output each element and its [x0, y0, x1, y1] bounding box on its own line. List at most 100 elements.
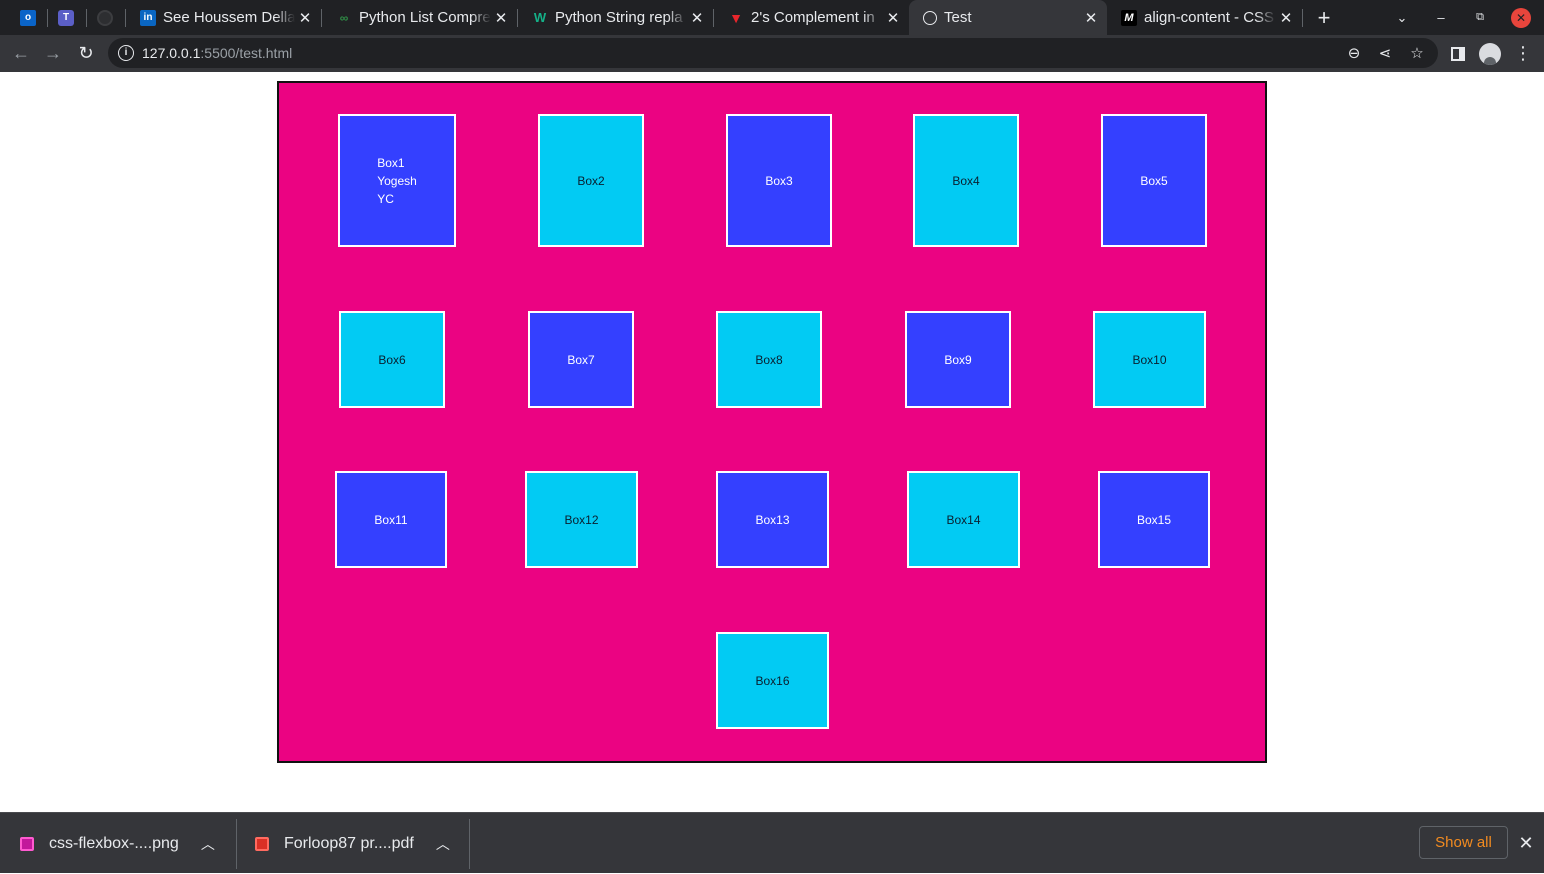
- image-file-icon: [20, 836, 34, 851]
- zoom-button[interactable]: ⊖: [1341, 38, 1367, 68]
- tab-title: Test: [944, 9, 972, 26]
- close-icon[interactable]: ✕: [1276, 9, 1296, 27]
- tab-title: align-content - CSS: [1144, 9, 1275, 26]
- box-16: Box16: [716, 632, 829, 729]
- forward-button[interactable]: →: [38, 35, 68, 72]
- plus-icon: +: [1317, 4, 1331, 30]
- box-label: Box13: [755, 512, 790, 527]
- pinned-tab-github[interactable]: [87, 0, 123, 35]
- chevron-down-icon: ⌄: [1396, 9, 1408, 25]
- box-5: Box5: [1101, 114, 1207, 247]
- box-label: Box14: [946, 512, 981, 527]
- tab-strip: o T in See Houssem Della ✕ ∞ Python List…: [0, 0, 1544, 35]
- close-icon[interactable]: ✕: [687, 9, 707, 27]
- info-icon[interactable]: i: [118, 45, 134, 61]
- tab-w3resource[interactable]: W Python String repla ✕: [518, 0, 713, 35]
- box-label: YC: [377, 191, 394, 206]
- tab-test[interactable]: Test ✕: [909, 0, 1107, 35]
- box-label: Box8: [755, 352, 783, 367]
- minimize-button[interactable]: –: [1428, 0, 1454, 35]
- box-9: Box9: [905, 311, 1011, 408]
- box-label: Box11: [374, 512, 408, 527]
- url-text: 127.0.0.1:5500/test.html: [142, 45, 292, 61]
- mdn-icon: M: [1121, 9, 1137, 26]
- box-label: Box10: [1132, 352, 1167, 367]
- vcard-icon: ▼: [729, 9, 743, 26]
- download-filename: css-flexbox-....png: [49, 834, 179, 852]
- show-all-button[interactable]: Show all: [1419, 826, 1508, 859]
- github-icon: [97, 9, 113, 26]
- w3resource-icon: W: [533, 10, 547, 25]
- side-panel-button[interactable]: [1443, 35, 1473, 72]
- flex-container: Box1 Yogesh YC Box2 Box3 Box4 Box5 Box6 …: [277, 81, 1267, 763]
- tab-mdn-align-content[interactable]: M align-content - CSS ✕: [1107, 0, 1302, 35]
- zoom-out-icon: ⊖: [1347, 45, 1361, 62]
- new-tab-button[interactable]: +: [1310, 0, 1338, 35]
- close-icon[interactable]: ✕: [883, 9, 903, 27]
- box-13: Box13: [716, 471, 829, 568]
- url-host: 127.0.0.1: [142, 45, 201, 61]
- box-label: Box3: [765, 173, 793, 188]
- teams-icon: T: [58, 9, 74, 26]
- globe-icon: [923, 10, 937, 25]
- download-filename: Forloop87 pr....pdf: [284, 834, 414, 852]
- tab-geeksforgeeks[interactable]: ∞ Python List Compre ✕: [322, 0, 517, 35]
- box-8: Box8: [716, 311, 822, 408]
- close-window-icon: ✕: [1511, 7, 1531, 28]
- close-icon: ✕: [1518, 833, 1534, 853]
- close-icon[interactable]: ✕: [295, 9, 315, 27]
- chevron-up-icon[interactable]: ︿: [436, 834, 450, 854]
- profile-button[interactable]: [1475, 35, 1505, 72]
- address-bar[interactable]: i 127.0.0.1:5500/test.html ⊖ ⋖ ☆: [108, 38, 1438, 68]
- page-viewport: Box1 Yogesh YC Box2 Box3 Box4 Box5 Box6 …: [0, 72, 1544, 812]
- box-14: Box14: [907, 471, 1020, 568]
- geeksforgeeks-icon: ∞: [339, 10, 349, 25]
- box-label: Box15: [1136, 512, 1172, 527]
- browser-toolbar: ← → ↻ i 127.0.0.1:5500/test.html ⊖ ⋖ ☆ ⋮: [0, 35, 1544, 72]
- box-2: Box2: [538, 114, 644, 247]
- restore-button[interactable]: ⧉: [1467, 0, 1493, 35]
- box-10: Box10: [1093, 311, 1206, 408]
- box-label: Box4: [952, 173, 980, 188]
- pinned-tab-outlook[interactable]: o: [10, 0, 46, 35]
- bookmark-button[interactable]: ☆: [1404, 38, 1430, 68]
- minimize-icon: –: [1437, 10, 1445, 25]
- linkedin-icon: in: [140, 9, 156, 26]
- box-label: Box6: [378, 352, 406, 367]
- box-label: Box16: [755, 673, 790, 688]
- menu-button[interactable]: ⋮: [1508, 35, 1538, 72]
- download-item-png[interactable]: css-flexbox-....png ︿: [0, 813, 236, 874]
- close-window-button[interactable]: ✕: [1510, 0, 1532, 35]
- box-11: Box11: [335, 471, 447, 568]
- kebab-menu-icon: ⋮: [1514, 43, 1532, 63]
- tab-title: Python List Compre: [359, 9, 491, 26]
- reload-button[interactable]: ↻: [71, 35, 101, 72]
- close-icon[interactable]: ✕: [491, 9, 511, 27]
- download-bar: css-flexbox-....png ︿ Forloop87 pr....pd…: [0, 812, 1544, 873]
- close-icon[interactable]: ✕: [1081, 9, 1101, 27]
- chevron-up-icon[interactable]: ︿: [201, 834, 215, 854]
- box-15: Box15: [1098, 471, 1210, 568]
- arrow-left-icon: ←: [12, 43, 30, 63]
- url-path: :5500/test.html: [200, 45, 293, 61]
- box-4: Box4: [913, 114, 1019, 247]
- reload-icon: ↻: [78, 43, 94, 63]
- share-button[interactable]: ⋖: [1372, 38, 1398, 68]
- box-6: Box6: [339, 311, 445, 408]
- tab-linkedin[interactable]: in See Houssem Della ✕: [126, 0, 321, 35]
- close-download-bar-button[interactable]: ✕: [1514, 831, 1538, 855]
- box-label: Box1: [377, 155, 405, 170]
- box-label: Yogesh: [377, 173, 417, 188]
- share-icon: ⋖: [1378, 45, 1392, 62]
- box-label: Box2: [577, 173, 605, 188]
- pdf-file-icon: [255, 836, 269, 851]
- download-item-pdf[interactable]: Forloop87 pr....pdf ︿: [235, 813, 469, 874]
- box-3: Box3: [726, 114, 832, 247]
- box-7: Box7: [528, 311, 634, 408]
- pinned-tab-teams[interactable]: T: [48, 0, 84, 35]
- tab-search-button[interactable]: ⌄: [1388, 0, 1416, 35]
- outlook-icon: o: [20, 9, 36, 26]
- back-button[interactable]: ←: [6, 35, 36, 72]
- tab-title: 2's Complement in: [751, 9, 875, 26]
- tab-2s-complement[interactable]: ▼ 2's Complement in ✕: [714, 0, 909, 35]
